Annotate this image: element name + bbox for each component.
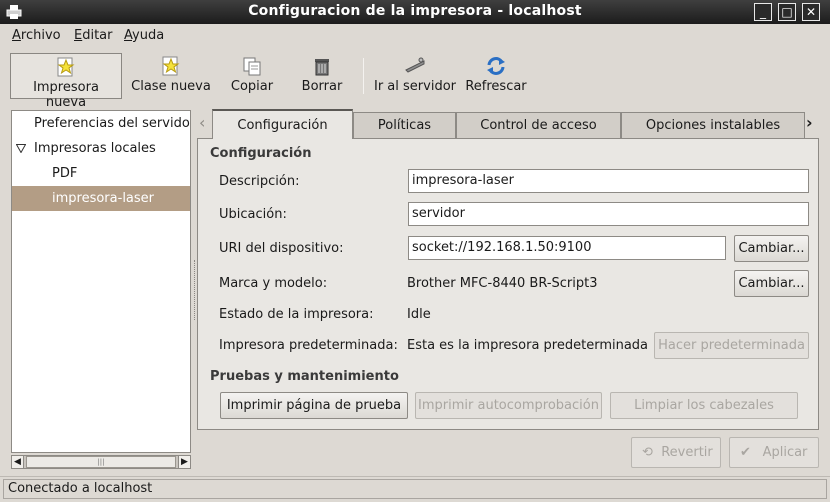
section-configuracion: Configuración — [210, 146, 312, 161]
change-driver-button[interactable]: Cambiar... — [734, 270, 809, 297]
location-label: Ubicación: — [219, 207, 287, 222]
goto-server-label: Ir al servidor — [374, 79, 456, 94]
section-maintenance: Pruebas y mantenimiento — [210, 369, 399, 384]
tree-local-printers-label: Impresoras locales — [34, 141, 156, 156]
description-label: Descripción: — [219, 174, 300, 189]
revert-icon: ⟲ — [642, 445, 653, 460]
new-class-label: Clase nueva — [131, 79, 211, 94]
minimize-button[interactable]: _ — [754, 3, 772, 21]
toolbar-separator — [363, 58, 364, 94]
tab-configuracion[interactable]: Configuración — [212, 109, 353, 139]
scroll-right-icon[interactable]: ▶ — [178, 456, 190, 468]
close-button[interactable]: ✕ — [802, 3, 820, 21]
tree-item-server-settings[interactable]: Preferencias del servidor — [12, 111, 190, 136]
uri-field[interactable]: socket://192.168.1.50:9100 — [408, 236, 726, 260]
copy-label: Copiar — [230, 79, 274, 94]
status-text: Conectado a localhost — [3, 479, 827, 499]
menu-ayuda[interactable]: Ayuda — [124, 28, 164, 43]
trash-icon — [315, 59, 329, 76]
expander-down-icon[interactable] — [16, 144, 26, 153]
tab-scroll-right-icon[interactable]: › — [806, 113, 813, 133]
state-value: Idle — [407, 307, 431, 322]
print-test-page-button[interactable]: Imprimir página de prueba — [220, 392, 408, 419]
tree-item-pdf[interactable]: PDF — [12, 161, 190, 186]
delete-button[interactable]: Borrar — [298, 53, 346, 99]
copy-button[interactable]: Copiar — [226, 53, 278, 99]
default-value: Esta es la impresora predeterminada — [407, 338, 649, 353]
scroll-left-icon[interactable]: ◀ — [12, 456, 24, 468]
default-label: Impresora predeterminada: — [219, 338, 398, 353]
tree-item-impresora-laser[interactable]: impresora-laser — [12, 186, 190, 211]
pane-splitter[interactable] — [194, 260, 196, 320]
tree-horizontal-scrollbar[interactable]: ◀ ||| ▶ — [11, 455, 191, 469]
print-self-test-button[interactable]: Imprimir autocomprobación — [415, 392, 602, 419]
tab-politicas[interactable]: Políticas — [353, 112, 456, 138]
delete-label: Borrar — [301, 79, 343, 94]
maximize-button[interactable]: □ — [778, 3, 796, 21]
scrollbar-thumb[interactable]: ||| — [26, 456, 176, 468]
uri-label: URI del dispositivo: — [219, 241, 344, 256]
new-printer-label: Impresora nueva — [33, 80, 99, 110]
refresh-label: Refrescar — [465, 79, 527, 94]
window-title: Configuracion de la impresora - localhos… — [248, 3, 582, 19]
make-model-label: Marca y modelo: — [219, 276, 328, 291]
new-class-button[interactable]: Clase nueva — [128, 53, 214, 99]
description-field[interactable]: impresora-laser — [408, 169, 809, 193]
make-model-value: Brother MFC-8440 BR-Script3 — [407, 276, 598, 291]
refresh-icon — [487, 57, 505, 75]
location-field[interactable]: servidor — [408, 202, 809, 226]
new-class-icon — [162, 56, 180, 76]
state-label: Estado de la impresora: — [219, 307, 374, 322]
toolbar: Impresora nueva Clase nueva Copiar Borra… — [0, 48, 830, 110]
change-uri-button[interactable]: Cambiar... — [734, 235, 809, 262]
server-icon — [405, 57, 425, 73]
checkmark-icon: ✔ — [740, 445, 751, 460]
apply-button[interactable]: ✔ Aplicar — [729, 437, 819, 468]
menu-editar[interactable]: Editar — [74, 28, 113, 43]
menu-bar: Archivo Editar Ayuda — [0, 24, 830, 48]
new-printer-icon — [57, 57, 75, 77]
tab-scroll-left-icon[interactable]: ‹ — [199, 113, 205, 133]
tree-item-local-printers[interactable]: Impresoras locales — [12, 136, 190, 161]
copy-icon — [243, 57, 261, 76]
goto-server-button[interactable]: Ir al servidor — [372, 53, 458, 99]
tab-control-acceso[interactable]: Control de acceso — [456, 112, 621, 138]
status-bar: Conectado a localhost — [0, 476, 830, 502]
refresh-button[interactable]: Refrescar — [464, 53, 528, 99]
menu-archivo[interactable]: Archivo — [12, 28, 61, 43]
clean-heads-button[interactable]: Limpiar los cabezales — [610, 392, 798, 419]
revert-button[interactable]: ⟲ Revertir — [631, 437, 721, 468]
title-bar: Configuracion de la impresora - localhos… — [0, 0, 830, 24]
tab-opciones-instalables[interactable]: Opciones instalables — [621, 112, 805, 138]
new-printer-button[interactable]: Impresora nueva — [10, 53, 122, 110]
make-default-button[interactable]: Hacer predeterminada — [654, 332, 809, 359]
printer-tree[interactable]: Preferencias del servidor Impresoras loc… — [11, 110, 191, 453]
